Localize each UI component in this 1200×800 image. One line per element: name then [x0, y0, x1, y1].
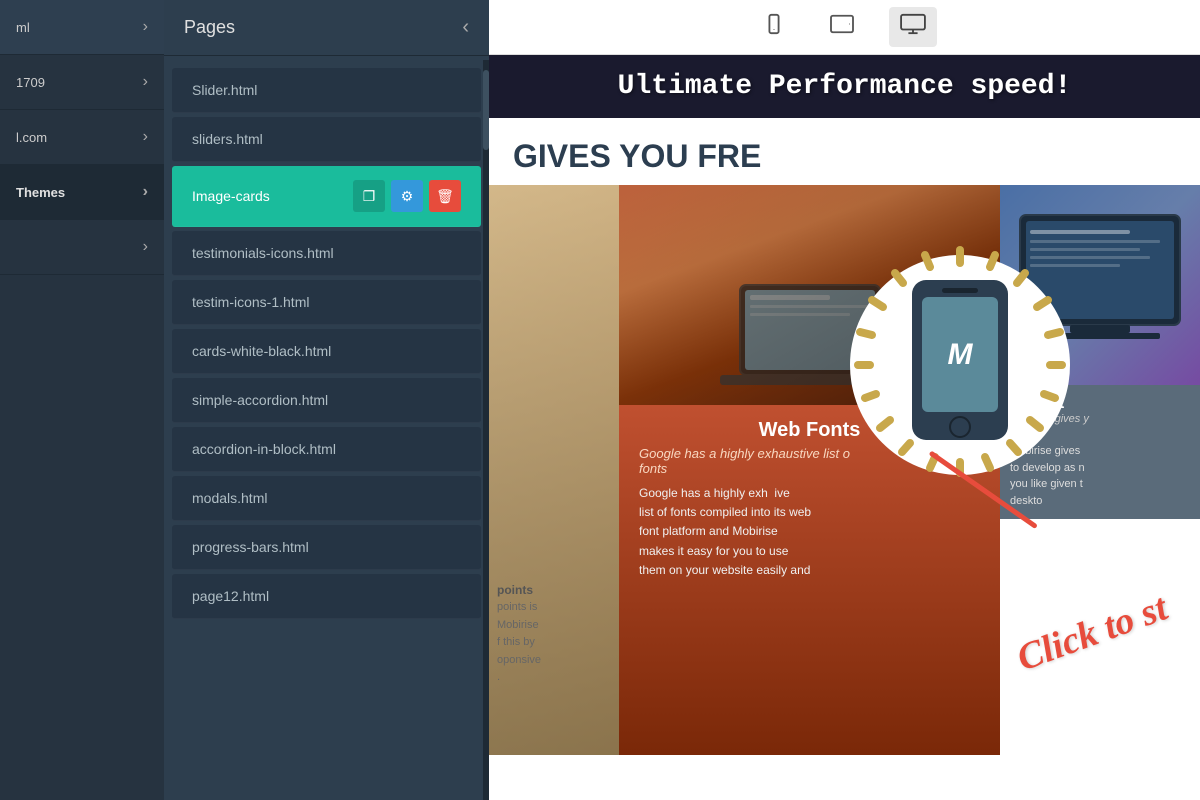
- pages-title: Pages: [184, 17, 235, 38]
- hero-title: Ultimate Performance speed!: [513, 71, 1176, 102]
- mobile-view-button[interactable]: [753, 7, 795, 47]
- page-item-label-page12: page12.html: [192, 588, 269, 604]
- page-item-page12[interactable]: page12.html: [172, 574, 481, 619]
- points-heading: points: [497, 581, 611, 599]
- sidebar-item-label-3: l.com: [16, 130, 47, 145]
- copy-page-button[interactable]: ❐: [353, 180, 385, 212]
- sidebar-item-label-2: 1709: [16, 75, 45, 90]
- page-item-accordion-in-block[interactable]: accordion-in-block.html: [172, 427, 481, 472]
- page-item-sliders[interactable]: sliders.html: [172, 117, 481, 162]
- webpage-preview: Ultimate Performance speed! GIVES YOU FR…: [489, 55, 1200, 800]
- pages-header: Pages ‹: [164, 0, 489, 56]
- page-item-label-testimonials: testimonials-icons.html: [192, 245, 334, 261]
- sidebar-item-3[interactable]: l.com ›: [0, 110, 164, 165]
- settings-page-button[interactable]: ⚙: [391, 180, 423, 212]
- page-item-testim-icons-1[interactable]: testim-icons-1.html: [172, 280, 481, 325]
- points-section: points points isMobirisef this byoponsiv…: [489, 573, 619, 695]
- gives-title: GIVES YOU FRE: [513, 138, 1176, 175]
- points-text: points isMobirisef this byoponsive.: [497, 599, 611, 687]
- chevron-right-icon-5: ›: [143, 238, 148, 256]
- page-item-label-modals: modals.html: [192, 490, 267, 506]
- sidebar-item-5[interactable]: ›: [0, 220, 164, 275]
- toolbar: [489, 0, 1200, 55]
- web-fonts-body: Google has a highly exh ive list of font…: [639, 484, 980, 580]
- cards-section: points points isMobirisef this byoponsiv…: [489, 185, 1200, 755]
- pages-list: Slider.html sliders.html Image-cards ❐ ⚙…: [164, 56, 489, 800]
- page-item-testimonials-icons[interactable]: testimonials-icons.html: [172, 231, 481, 276]
- page-item-label-progress-bars: progress-bars.html: [192, 539, 309, 555]
- page-item-image-cards[interactable]: Image-cards ❐ ⚙ 🗑: [172, 166, 481, 227]
- page-item-label-image-cards: Image-cards: [192, 188, 270, 204]
- desktop-view-button[interactable]: [889, 7, 937, 47]
- sidebar-item-label-1: ml: [16, 20, 30, 35]
- page-item-progress-bars[interactable]: progress-bars.html: [172, 525, 481, 570]
- main-content: Ultimate Performance speed! GIVES YOU FR…: [489, 0, 1200, 800]
- preview-area: Ultimate Performance speed! GIVES YOU FR…: [489, 55, 1200, 800]
- page-item-label-testim-icons: testim-icons-1.html: [192, 294, 309, 310]
- sidebar-item-themes[interactable]: Themes ›: [0, 165, 164, 220]
- page-item-label-cards-wb: cards-white-black.html: [192, 343, 331, 359]
- sidebar-item-1[interactable]: ml ›: [0, 0, 164, 55]
- page-item-actions: ❐ ⚙ 🗑: [353, 180, 461, 212]
- phone-screen: M: [922, 297, 998, 412]
- hero-banner: Ultimate Performance speed!: [489, 55, 1200, 118]
- phone-device: M: [912, 280, 1008, 440]
- tablet-view-button[interactable]: [819, 7, 865, 47]
- delete-page-button[interactable]: 🗑: [429, 180, 461, 212]
- page-item-label-simple-accordion: simple-accordion.html: [192, 392, 328, 408]
- page-item-slider[interactable]: Slider.html: [172, 68, 481, 113]
- chevron-right-icon-themes: ›: [143, 183, 148, 201]
- close-pages-button[interactable]: ‹: [462, 16, 469, 39]
- chevron-right-icon-2: ›: [143, 73, 148, 91]
- gives-section: GIVES YOU FRE: [489, 118, 1200, 185]
- page-item-label-accordion-block: accordion-in-block.html: [192, 441, 336, 457]
- sidebar-item-themes-label: Themes: [16, 185, 65, 200]
- phone-home-button: [949, 416, 971, 438]
- page-item-label-sliders: sliders.html: [192, 131, 263, 147]
- chevron-right-icon-3: ›: [143, 128, 148, 146]
- sidebar-item-2[interactable]: 1709 ›: [0, 55, 164, 110]
- page-item-cards-white-black[interactable]: cards-white-black.html: [172, 329, 481, 374]
- phone-speaker: [942, 288, 978, 293]
- card-left: points points isMobirisef this byoponsiv…: [489, 185, 619, 755]
- pages-panel: Pages ‹ Slider.html sliders.html Image-c…: [164, 0, 489, 800]
- circle-overlay: M: [840, 245, 1080, 485]
- page-item-simple-accordion[interactable]: simple-accordion.html: [172, 378, 481, 423]
- page-item-label-slider: Slider.html: [192, 82, 257, 98]
- chevron-right-icon-1: ›: [143, 18, 148, 36]
- page-item-modals[interactable]: modals.html: [172, 476, 481, 521]
- sidebar: ml › 1709 › l.com › Themes › ›: [0, 0, 164, 800]
